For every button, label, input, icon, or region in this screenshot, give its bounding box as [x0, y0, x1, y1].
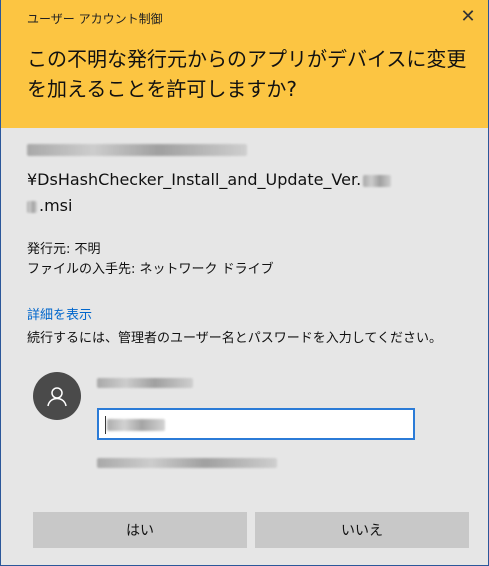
prompt-question: この不明な発行元からのアプリがデバイスに変更を加えることを許可しますか? [27, 47, 467, 101]
publisher-label: 発行元: 不明 [27, 242, 101, 257]
publisher-info: 発行元: 不明 ファイルの入手先: ネットワーク ドライブ [27, 240, 274, 280]
version-redacted [363, 174, 392, 187]
origin-label: ファイルの入手先: ネットワーク ドライブ [27, 262, 274, 277]
admin-username-redacted [97, 378, 193, 388]
window-title: ユーザー アカウント制御 [27, 12, 163, 26]
path-text: ¥DsHashChecker_Install_and_Update_Ver. [27, 170, 362, 189]
path-redacted [27, 144, 247, 156]
version-redacted-end [27, 200, 37, 213]
path-line: ¥DsHashChecker_Install_and_Update_Ver. [27, 168, 467, 192]
no-button[interactable]: いいえ [255, 512, 469, 548]
path-line-end: .msi [27, 194, 72, 218]
close-icon[interactable]: ✕ [458, 6, 478, 27]
domain-username-redacted [97, 458, 277, 468]
user-icon [33, 372, 81, 420]
instruction-text: 続行するには、管理者のユーザー名とパスワードを入力してください。 [27, 331, 442, 346]
password-input[interactable] [97, 408, 415, 440]
password-placeholder-redacted [107, 419, 165, 431]
file-extension: .msi [39, 196, 73, 215]
text-cursor [105, 416, 106, 434]
dialog-header: ユーザー アカウント制御 ✕ この不明な発行元からのアプリがデバイスに変更を加え… [1, 0, 488, 128]
uac-dialog: ユーザー アカウント制御 ✕ この不明な発行元からのアプリがデバイスに変更を加え… [0, 0, 489, 566]
show-details-link[interactable]: 詳細を表示 [27, 304, 92, 323]
yes-button[interactable]: はい [33, 512, 247, 548]
